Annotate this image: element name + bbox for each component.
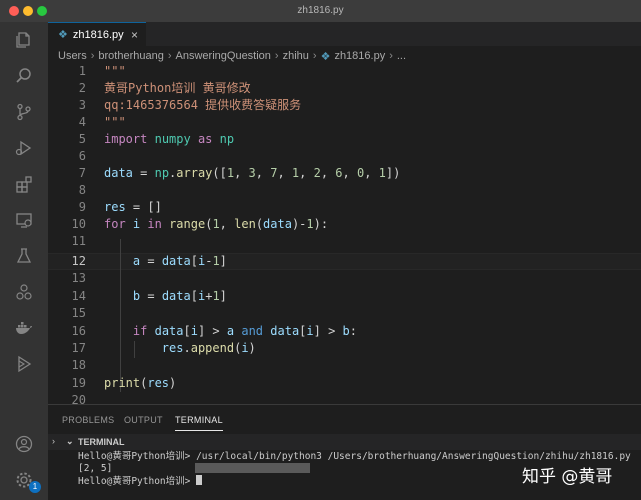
code-line: 10 for i in range(1, len(data)-1): bbox=[48, 216, 641, 233]
code-line: 2 黄哥Python培训 黄哥修改 bbox=[48, 80, 641, 97]
terminal-section-header[interactable]: › ⌄ TERMINAL bbox=[48, 434, 641, 450]
line-number: 16 bbox=[71, 324, 86, 338]
breadcrumb-item-file[interactable]: zh1816.py bbox=[334, 50, 385, 62]
breadcrumb-item-answeringquestion[interactable]: AnsweringQuestion bbox=[176, 50, 271, 62]
editor-tab-bar: ❖ zh1816.py × bbox=[48, 22, 641, 46]
code-line: 7 data = np.array([1, 3, 7, 1, 2, 6, 0, 1… bbox=[48, 165, 641, 182]
breadcrumb-item-brotherhuang[interactable]: brotherhuang bbox=[98, 50, 163, 62]
chevron-down-icon[interactable]: ⌄ bbox=[66, 436, 74, 447]
tab-zh1816-py[interactable]: ❖ zh1816.py × bbox=[48, 22, 146, 46]
line-number: 12 bbox=[71, 254, 86, 268]
search-icon[interactable] bbox=[14, 66, 34, 86]
line-number: 18 bbox=[71, 358, 86, 372]
python-file-icon: ❖ bbox=[58, 29, 68, 41]
tab-label: zh1816.py bbox=[72, 28, 124, 41]
source-control-icon[interactable] bbox=[14, 102, 34, 122]
line-number: 4 bbox=[78, 115, 86, 129]
breadcrumb-item-symbols[interactable]: ... bbox=[397, 50, 406, 62]
run-debug-icon[interactable] bbox=[14, 138, 34, 158]
code-line: 14 b = data[i+1] bbox=[48, 288, 641, 305]
line-number: 3 bbox=[78, 98, 86, 112]
code-line: 15 bbox=[48, 305, 641, 322]
python-file-icon: ❖ bbox=[320, 50, 331, 63]
line-number: 9 bbox=[78, 200, 86, 214]
code-line: 17 res.append(i) bbox=[48, 340, 641, 357]
settings-update-badge: 1 bbox=[29, 481, 41, 493]
line-number: 11 bbox=[71, 234, 86, 248]
tab-output[interactable]: OUTPUT bbox=[124, 415, 163, 425]
panel-tab-bar: PROBLEMS OUTPUT TERMINAL bbox=[48, 404, 641, 434]
code-line: 18 bbox=[48, 357, 641, 374]
breadcrumb-item-users[interactable]: Users bbox=[58, 50, 87, 62]
terminal-header-label: TERMINAL bbox=[78, 437, 125, 447]
testing-icon[interactable] bbox=[14, 246, 34, 266]
window-title: zh1816.py bbox=[297, 5, 344, 16]
code-line: 5 import numpy as np bbox=[48, 131, 641, 148]
watermark: 知乎 @黄哥 bbox=[522, 467, 613, 487]
line-number: 8 bbox=[78, 183, 86, 197]
chevron-right-icon[interactable]: › bbox=[52, 436, 55, 446]
line-number: 13 bbox=[71, 271, 86, 285]
code-line-current: 12 a = data[i-1] bbox=[48, 253, 641, 270]
docker-icon[interactable] bbox=[14, 318, 34, 338]
remote-explorer-icon[interactable] bbox=[14, 210, 34, 230]
code-line: 4 """ bbox=[48, 114, 641, 131]
activity-bar bbox=[0, 22, 48, 500]
chevron-right-icon: › bbox=[312, 50, 317, 62]
line-number: 20 bbox=[71, 393, 86, 404]
line-number: 1 bbox=[78, 66, 86, 78]
code-line: 11 bbox=[48, 233, 641, 250]
line-number: 2 bbox=[78, 81, 86, 95]
tab-terminal[interactable]: TERMINAL bbox=[175, 415, 223, 431]
code-line: 6 bbox=[48, 148, 641, 165]
line-number: 15 bbox=[71, 306, 86, 320]
code-line: 1 """ bbox=[48, 66, 641, 80]
code-line: 16 if data[i] > a and data[i] > b: bbox=[48, 323, 641, 340]
title-bar: zh1816.py bbox=[0, 0, 641, 22]
code-line: 3 qq:1465376564 提供收费答疑服务 bbox=[48, 97, 641, 114]
line-number: 17 bbox=[71, 341, 86, 355]
code-line: 19 print(res) bbox=[48, 375, 641, 392]
breadcrumb-item-zhihu[interactable]: zhihu bbox=[283, 50, 309, 62]
line-number: 5 bbox=[78, 132, 86, 146]
line-number: 7 bbox=[78, 166, 86, 180]
code-line: 9 res = [] bbox=[48, 199, 641, 216]
line-number: 19 bbox=[71, 376, 86, 390]
chevron-right-icon: › bbox=[90, 50, 95, 62]
line-number: 10 bbox=[71, 217, 86, 231]
close-tab-icon[interactable]: × bbox=[131, 28, 138, 42]
line-number: 14 bbox=[71, 289, 86, 303]
extensions-icon[interactable] bbox=[14, 174, 34, 194]
breadcrumb: Users › brotherhuang › AnsweringQuestion › … bbox=[58, 47, 406, 65]
account-icon[interactable] bbox=[14, 434, 34, 454]
source-graph-icon[interactable] bbox=[14, 282, 34, 302]
tab-problems[interactable]: PROBLEMS bbox=[62, 415, 114, 425]
code-line: 13 bbox=[48, 270, 641, 287]
live-share-icon[interactable] bbox=[14, 354, 34, 374]
code-line: 20 bbox=[48, 392, 641, 404]
chevron-right-icon: › bbox=[167, 50, 172, 62]
explorer-icon[interactable] bbox=[14, 30, 34, 50]
code-line: 8 bbox=[48, 182, 641, 199]
chevron-right-icon: › bbox=[274, 50, 279, 62]
chevron-right-icon: › bbox=[389, 50, 393, 62]
code-editor[interactable]: 1 """ 2 黄哥Python培训 黄哥修改 3 qq:1465376564 提供收… bbox=[48, 66, 641, 404]
line-number: 6 bbox=[78, 149, 86, 163]
terminal-cursor bbox=[196, 475, 203, 485]
